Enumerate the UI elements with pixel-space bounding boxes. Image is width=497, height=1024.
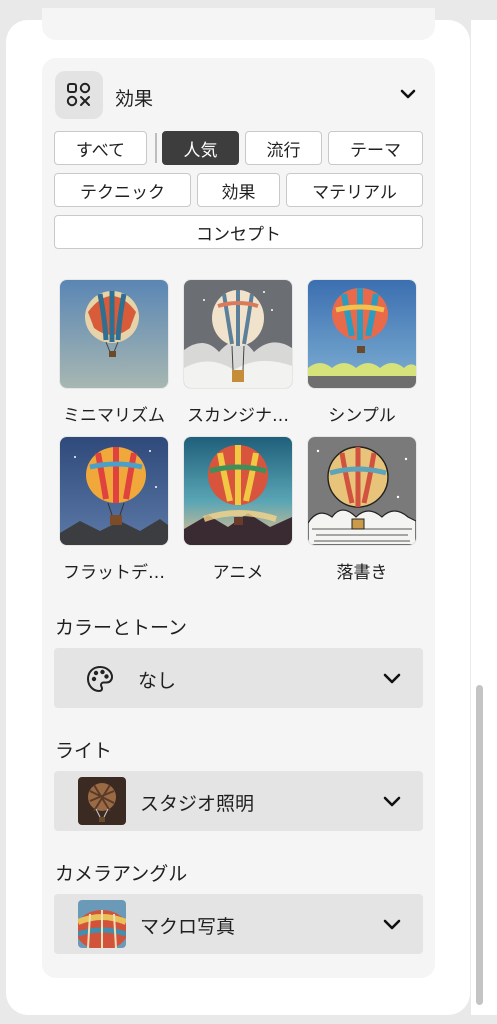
color-tone-title: カラーとトーン bbox=[55, 617, 188, 639]
effects-grid-icon bbox=[55, 71, 103, 119]
filter-chip-theme[interactable]: テーマ bbox=[328, 131, 423, 165]
camera-angle-chevron-icon bbox=[382, 914, 402, 934]
style-label-anime: アニメ bbox=[212, 563, 264, 583]
style-thumb-simple[interactable] bbox=[308, 280, 416, 388]
filter-chip-effect[interactable]: 効果 bbox=[197, 173, 280, 207]
filter-chip-popular[interactable]: 人気 bbox=[162, 131, 239, 165]
filter-chip-trending[interactable]: 流行 bbox=[245, 131, 322, 165]
scrollbar-track[interactable] bbox=[471, 20, 497, 1015]
filter-chip-material[interactable]: マテリアル bbox=[286, 173, 423, 207]
collapse-chevron-icon[interactable] bbox=[398, 84, 418, 104]
filter-chip-technique[interactable]: テクニック bbox=[54, 173, 191, 207]
light-chevron-icon bbox=[382, 791, 402, 811]
filter-divider bbox=[155, 133, 157, 163]
style-label-flat-design: フラットデ… bbox=[63, 563, 165, 583]
light-dropdown[interactable]: スタジオ照明 bbox=[54, 771, 423, 831]
studio-light-thumbnail bbox=[78, 777, 126, 825]
macro-photo-thumbnail bbox=[78, 900, 126, 948]
camera-angle-dropdown[interactable]: マクロ写真 bbox=[54, 894, 423, 954]
scrollbar-thumb[interactable] bbox=[476, 685, 483, 1005]
style-thumb-anime[interactable] bbox=[184, 437, 292, 545]
style-label-simple: シンプル bbox=[328, 406, 396, 426]
palette-icon bbox=[86, 665, 114, 693]
filter-chip-all[interactable]: すべて bbox=[54, 131, 147, 165]
filter-chip-concept[interactable]: コンセプト bbox=[54, 215, 423, 249]
color-tone-dropdown[interactable]: なし bbox=[54, 648, 423, 708]
style-thumb-flat-design[interactable] bbox=[60, 437, 168, 545]
style-label-minimalism: ミニマリズム bbox=[63, 406, 165, 426]
style-thumb-minimalism[interactable] bbox=[60, 280, 168, 388]
style-label-doodle: 落書き bbox=[336, 563, 388, 583]
color-tone-value: なし bbox=[138, 670, 177, 692]
light-value: スタジオ照明 bbox=[140, 793, 255, 815]
light-title: ライト bbox=[55, 740, 113, 762]
previous-section bbox=[42, 8, 435, 40]
style-label-scandinavian: スカンジナ… bbox=[187, 406, 289, 426]
style-thumb-doodle[interactable] bbox=[308, 437, 416, 545]
color-tone-chevron-icon bbox=[382, 668, 402, 688]
camera-angle-title: カメラアングル bbox=[55, 863, 188, 885]
style-thumb-scandinavian[interactable] bbox=[184, 280, 292, 388]
camera-angle-value: マクロ写真 bbox=[140, 916, 236, 938]
effects-title: 効果 bbox=[115, 88, 154, 110]
